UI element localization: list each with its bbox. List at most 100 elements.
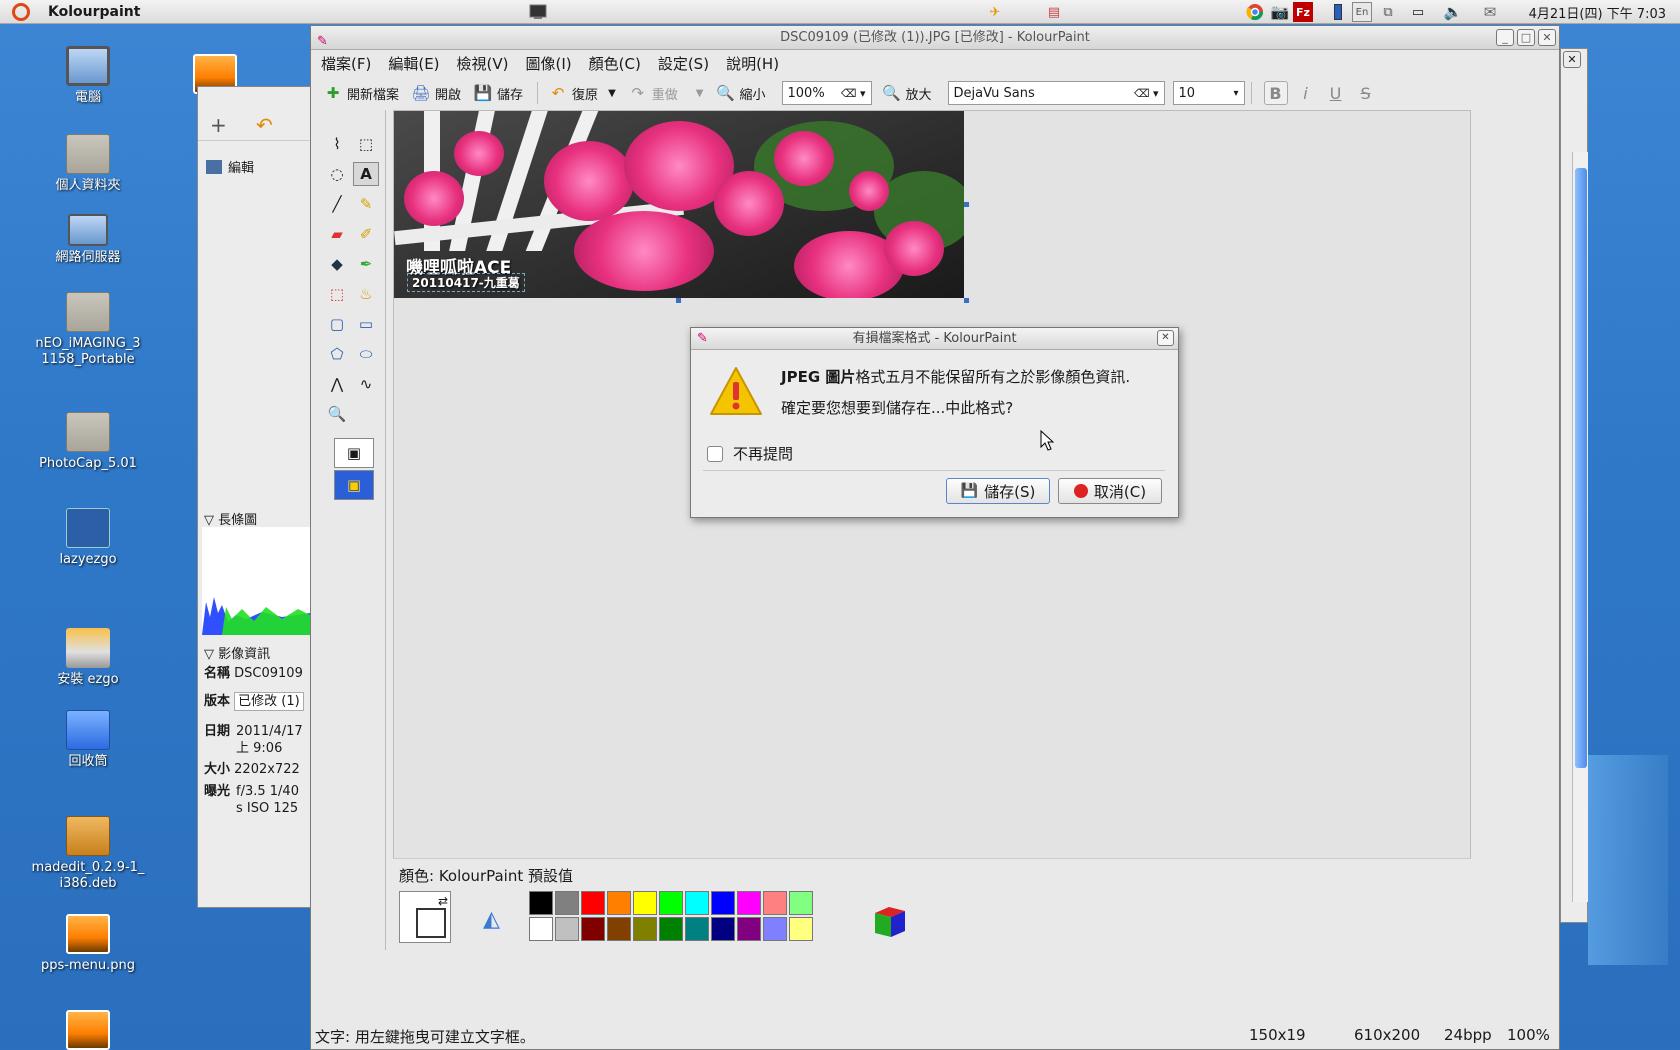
zoom-out-button[interactable]: 🔍 縮小	[711, 79, 769, 107]
connected-lines-icon[interactable]: ⋀	[324, 372, 350, 396]
font-combo[interactable]: DejaVu Sans ⌫ ▾	[947, 81, 1165, 105]
vertical-scrollbar[interactable]	[1572, 152, 1588, 902]
color-swatch[interactable]	[633, 917, 657, 941]
fg-bg-color-box[interactable]: ⇄	[399, 891, 451, 943]
zoom-combo[interactable]: 100% ⌫ ▾	[781, 81, 872, 105]
bold-button[interactable]: B	[1263, 81, 1288, 105]
new-button[interactable]: ✚ 開新檔案	[319, 79, 403, 107]
rectangle-select-icon[interactable]: ⬚	[353, 132, 379, 156]
histogram-header[interactable]: ▽ 長條圖	[204, 509, 257, 528]
save-confirm-button[interactable]: 💾 儲存(S)	[946, 478, 1050, 504]
rounded-rectangle-icon[interactable]: ▢	[324, 312, 350, 336]
menu-help[interactable]: 說明(H)	[726, 53, 779, 74]
desktop-icon-neo-imaging[interactable]: nEO_iMAGING_31158_Portable	[28, 292, 148, 368]
free-form-select-icon[interactable]: ⌇	[324, 132, 350, 156]
menu-image[interactable]: 圖像(I)	[526, 53, 572, 74]
color-swatch[interactable]	[659, 917, 683, 941]
color-swatch[interactable]	[607, 891, 631, 915]
color-swatch[interactable]	[789, 891, 813, 915]
airplane-icon[interactable]: ✈	[985, 2, 1005, 22]
network-icon[interactable]: ⧉	[1378, 2, 1398, 22]
resize-handle-corner[interactable]	[964, 298, 969, 303]
desktop-icon-image[interactable]	[28, 1010, 148, 1050]
mail-icon[interactable]: ✉	[1480, 2, 1500, 22]
italic-button[interactable]: i	[1294, 81, 1318, 105]
background-color-swatch[interactable]	[416, 908, 446, 938]
underline-button[interactable]: U	[1324, 81, 1348, 105]
redo-button[interactable]: ↷ 重做 ▼	[624, 79, 708, 107]
resize-handle-right[interactable]	[964, 202, 969, 207]
menu-file[interactable]: 檔案(F)	[321, 53, 371, 74]
window-titlebar[interactable]: ✎ DSC09109 (已修改 (1)).JPG [已修改] - KolourP…	[311, 26, 1559, 50]
color-swatch[interactable]	[529, 891, 553, 915]
resize-handle-bottom[interactable]	[676, 298, 681, 303]
menu-edit[interactable]: 編輯(E)	[388, 53, 439, 74]
color-swatch[interactable]	[789, 917, 813, 941]
undo-button[interactable]: ↶ 復原 ▼	[544, 79, 620, 107]
color-swatch[interactable]	[659, 891, 683, 915]
filezilla-icon[interactable]: Fz	[1293, 2, 1313, 22]
color-swatch[interactable]	[737, 891, 761, 915]
desktop-icon-computer[interactable]: 電腦	[28, 46, 148, 106]
menu-settings[interactable]: 設定(S)	[658, 53, 709, 74]
ellipse-icon[interactable]: ⬭	[353, 342, 379, 366]
clock[interactable]: 4月21日(四) 下午 7:03	[1529, 3, 1666, 22]
maximize-icon[interactable]: □	[1517, 29, 1535, 46]
close-icon[interactable]: ✕	[1563, 51, 1581, 68]
color-swatch[interactable]	[555, 891, 579, 915]
color-picker-icon[interactable]: ✒	[353, 252, 379, 276]
desktop-icon-trash[interactable]: 回收筒	[28, 710, 148, 770]
desktop-icon-home[interactable]: 個人資料夾	[28, 134, 148, 194]
close-icon[interactable]: ✕	[1157, 330, 1174, 346]
ubuntu-logo-icon[interactable]	[12, 3, 30, 21]
color-swatch[interactable]	[607, 917, 631, 941]
camera-icon[interactable]: 📷	[1270, 2, 1290, 22]
desktop-icon-lazyezgo[interactable]: lazyezgo	[28, 508, 148, 568]
open-button[interactable]: 🖨 開啟	[407, 79, 465, 107]
brush-tool-icon[interactable]: ✐	[353, 222, 379, 246]
swap-colors-icon[interactable]: ⇄	[438, 894, 448, 908]
zoom-tool-icon[interactable]: 🔍	[324, 402, 350, 426]
flood-fill-icon[interactable]: ◆	[324, 252, 350, 276]
color-swatch[interactable]	[711, 917, 735, 941]
desktop-icon-madedit[interactable]: madedit_0.2.9-1_i386.deb	[28, 816, 148, 892]
save-button[interactable]: 💾 儲存	[469, 79, 527, 107]
ellipse-select-icon[interactable]: ◌	[324, 162, 350, 186]
close-icon[interactable]: ✕	[1538, 29, 1556, 46]
opaque-selection-icon[interactable]: ▣	[334, 438, 374, 468]
keyboard-en-icon[interactable]: En	[1352, 2, 1372, 22]
color-swatch[interactable]	[529, 917, 553, 941]
curve-icon[interactable]: ∿	[353, 372, 379, 396]
line-tool-icon[interactable]: ╱	[324, 192, 350, 216]
palette-label[interactable]: 顏色: KolourPaint 預設值	[399, 865, 573, 886]
add-icon[interactable]: +	[210, 113, 227, 137]
color-swatch[interactable]	[737, 917, 761, 941]
rectangle-icon[interactable]: ▭	[353, 312, 379, 336]
color-swatch[interactable]	[711, 891, 735, 915]
color-swatch[interactable]	[685, 891, 709, 915]
image-info-header[interactable]: ▽ 影像資訊	[204, 643, 270, 662]
color-swatch[interactable]	[555, 917, 579, 941]
color-swatch[interactable]	[581, 917, 605, 941]
color-swatch[interactable]	[763, 917, 787, 941]
color-eraser-icon[interactable]: ⬚	[324, 282, 350, 306]
dialog-titlebar[interactable]: ✎ 有損檔案格式 - KolourPaint ✕	[691, 328, 1178, 350]
terminal-icon[interactable]	[528, 2, 548, 22]
minimize-icon[interactable]: _	[1496, 29, 1514, 46]
text-tool-icon[interactable]: A	[353, 162, 379, 186]
polygon-icon[interactable]: ⬠	[324, 342, 350, 366]
battery-icon[interactable]	[1328, 2, 1348, 22]
desktop-icon-network[interactable]: 網路伺服器	[28, 214, 148, 266]
color-swatch[interactable]	[633, 891, 657, 915]
font-size-combo[interactable]: 10 ▾	[1172, 81, 1245, 105]
gnome-icon[interactable]: ▤	[1044, 2, 1064, 22]
active-app-name[interactable]: Kolourpaint	[48, 4, 140, 20]
chevron-down-icon[interactable]: ▼	[608, 88, 616, 99]
image-canvas[interactable]: 嘰哩呱啦ACE 20110417-九重葛	[394, 111, 964, 298]
desktop-icon-photocap[interactable]: PhotoCap_5.01	[28, 412, 148, 472]
color-swatch[interactable]	[763, 891, 787, 915]
cancel-button[interactable]: 取消(C)	[1058, 478, 1162, 504]
color-similarity-icon[interactable]: ◭	[483, 907, 500, 932]
chevron-down-icon[interactable]: ▼	[696, 88, 704, 99]
color-cube-icon[interactable]	[871, 901, 907, 937]
